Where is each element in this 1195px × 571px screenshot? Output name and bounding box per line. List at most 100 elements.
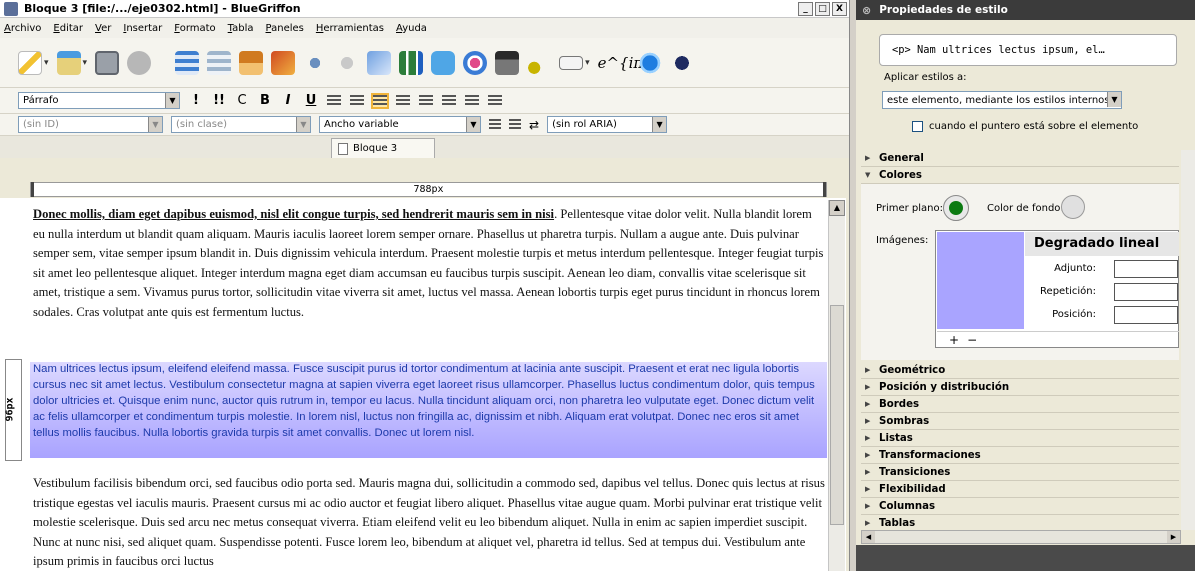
italic-button[interactable]: I [281,93,295,108]
section-bordes[interactable]: ▶ Bordes [861,396,1179,413]
scroll-up-icon[interactable]: ▲ [829,200,845,216]
section-colores[interactable]: ▼ Colores [861,167,1179,184]
dir-rtl-icon[interactable] [509,118,521,131]
chevron-down-icon: ▼ [466,117,480,132]
form-icon[interactable] [207,50,232,75]
section-geometrico[interactable]: ▶ Geométrico [861,362,1179,379]
panel-scrollbar[interactable] [1181,150,1195,530]
section-general[interactable]: ▶ General [861,150,1179,167]
align-center-icon[interactable] [396,94,410,107]
anchor-icon[interactable] [303,50,328,75]
paragraph-2-selected[interactable]: Nam ultrices lectus ipsum, eleifend elei… [30,362,827,458]
section-label: Listas [879,432,913,444]
close-icon[interactable]: ⊗ [862,4,871,17]
field-icon[interactable] [559,55,584,70]
document-scrollbar[interactable]: ▲ [828,200,845,571]
dir-ltr-icon[interactable] [489,118,501,131]
attachment-field[interactable] [1114,260,1178,278]
menu-editar[interactable]: Editar [53,23,83,34]
close-doc-icon[interactable] [127,50,152,75]
foreground-color-swatch[interactable] [943,195,969,221]
title-bar[interactable]: Bloque 3 [file:/.../eje0302.html] - Blue… [0,0,849,18]
menu-formato[interactable]: Formato [174,23,215,34]
bold-button[interactable]: B [258,93,272,108]
image-icon[interactable] [239,50,264,75]
gradient-preview[interactable] [937,232,1024,329]
hover-checkbox[interactable] [912,121,923,132]
apply-styles-value: este elemento, mediante los estilos inte… [887,94,1110,106]
tab-bloque-3[interactable]: Bloque 3 [331,138,435,158]
menu-ver[interactable]: Ver [95,23,111,34]
code-button[interactable]: C [235,93,249,108]
section-listas[interactable]: ▶ Listas [861,430,1179,447]
chart-icon[interactable] [399,50,424,75]
chevron-down-icon: ▼ [1107,92,1121,107]
menu-archivo[interactable]: Archivo [4,23,41,34]
align-justify-icon[interactable] [442,94,456,107]
menu-tabla[interactable]: Tabla [228,23,254,34]
preview-icon[interactable] [637,50,662,75]
open-folder-icon[interactable] [56,50,81,75]
background-label: Color de fondo: [987,203,1064,214]
swap-icon[interactable]: ⇄ [529,118,539,132]
align-left-icon[interactable] [371,92,389,109]
repeat-label: Repetición: [1040,286,1096,297]
new-dropdown-icon[interactable]: ▾ [44,58,49,68]
panel-horizontal-scrollbar[interactable]: ◀ ▶ [861,530,1181,544]
table-icon[interactable] [175,50,200,75]
strong-emphasis-button[interactable]: !! [212,93,226,108]
section-flexibilidad[interactable]: ▶ Flexibilidad [861,481,1179,498]
section-posicion[interactable]: ▶ Posición y distribución [861,379,1179,396]
outdent-icon[interactable] [488,94,502,107]
expand-icon: ▶ [865,502,871,510]
aria-role-select[interactable]: (sin rol ARIA) ▼ [547,116,668,133]
paragraph-style-select[interactable]: Párrafo ▼ [18,92,180,109]
add-image-button[interactable]: + [949,333,959,347]
menu-herramientas[interactable]: Herramientas [316,23,384,34]
underline-button[interactable]: U [304,93,318,108]
section-transformaciones[interactable]: ▶ Transformaciones [861,447,1179,464]
minimize-button[interactable]: _ [798,1,813,16]
section-transiciones[interactable]: ▶ Transiciones [861,464,1179,481]
link-icon[interactable] [335,50,360,75]
emphasis-button[interactable]: ! [189,93,203,108]
save-icon[interactable] [95,50,120,75]
gear-icon[interactable] [463,50,488,75]
paragraph-1-text: . Pellentesque vitae dolor velit. Nulla … [33,207,824,319]
menu-insertar[interactable]: Insertar [123,23,162,34]
id-select[interactable]: (sin ID) ▼ [18,116,163,133]
paragraph-1[interactable]: Donec mollis, diam eget dapibus euismod,… [33,205,825,322]
menu-paneles[interactable]: Paneles [266,23,304,34]
element-selector[interactable]: <p> Nam ultrices lectus ipsum, el… [879,34,1177,66]
maximize-button[interactable]: □ [815,1,830,16]
audio-icon[interactable] [527,50,552,75]
paragraph-3[interactable]: Vestibulum facilisis bibendum orci, sed … [33,474,825,571]
menu-ayuda[interactable]: Ayuda [396,23,427,34]
align-right-icon[interactable] [419,94,433,107]
griffon-icon[interactable] [669,50,694,75]
video-icon[interactable] [495,50,520,75]
class-select[interactable]: (sin clase) ▼ [171,116,311,133]
width-select[interactable]: Ancho variable ▼ [319,116,481,133]
apply-styles-select[interactable]: este elemento, mediante los estilos inte… [882,91,1122,109]
close-button[interactable]: X [832,1,847,16]
section-columnas[interactable]: ▶ Columnas [861,498,1179,515]
repeat-field[interactable] [1114,283,1178,301]
scroll-thumb[interactable] [830,305,844,525]
background-color-swatch[interactable] [1061,195,1085,219]
math-icon[interactable]: e^{iπ} [598,54,653,72]
scroll-left-icon[interactable]: ◀ [862,531,875,543]
css-icon[interactable] [431,50,456,75]
ordered-list-icon[interactable] [350,94,364,107]
remove-image-button[interactable]: − [967,333,977,347]
edit-link-icon[interactable] [367,50,392,75]
open-dropdown-icon[interactable]: ▾ [83,58,88,68]
image-link-icon[interactable] [271,50,296,75]
position-field[interactable] [1114,306,1178,324]
new-document-icon[interactable] [18,50,42,75]
scroll-right-icon[interactable]: ▶ [1167,531,1180,543]
section-sombras[interactable]: ▶ Sombras [861,413,1179,430]
unordered-list-icon[interactable] [327,94,341,107]
field-dropdown-icon[interactable]: ▾ [585,58,590,68]
indent-icon[interactable] [465,94,479,107]
